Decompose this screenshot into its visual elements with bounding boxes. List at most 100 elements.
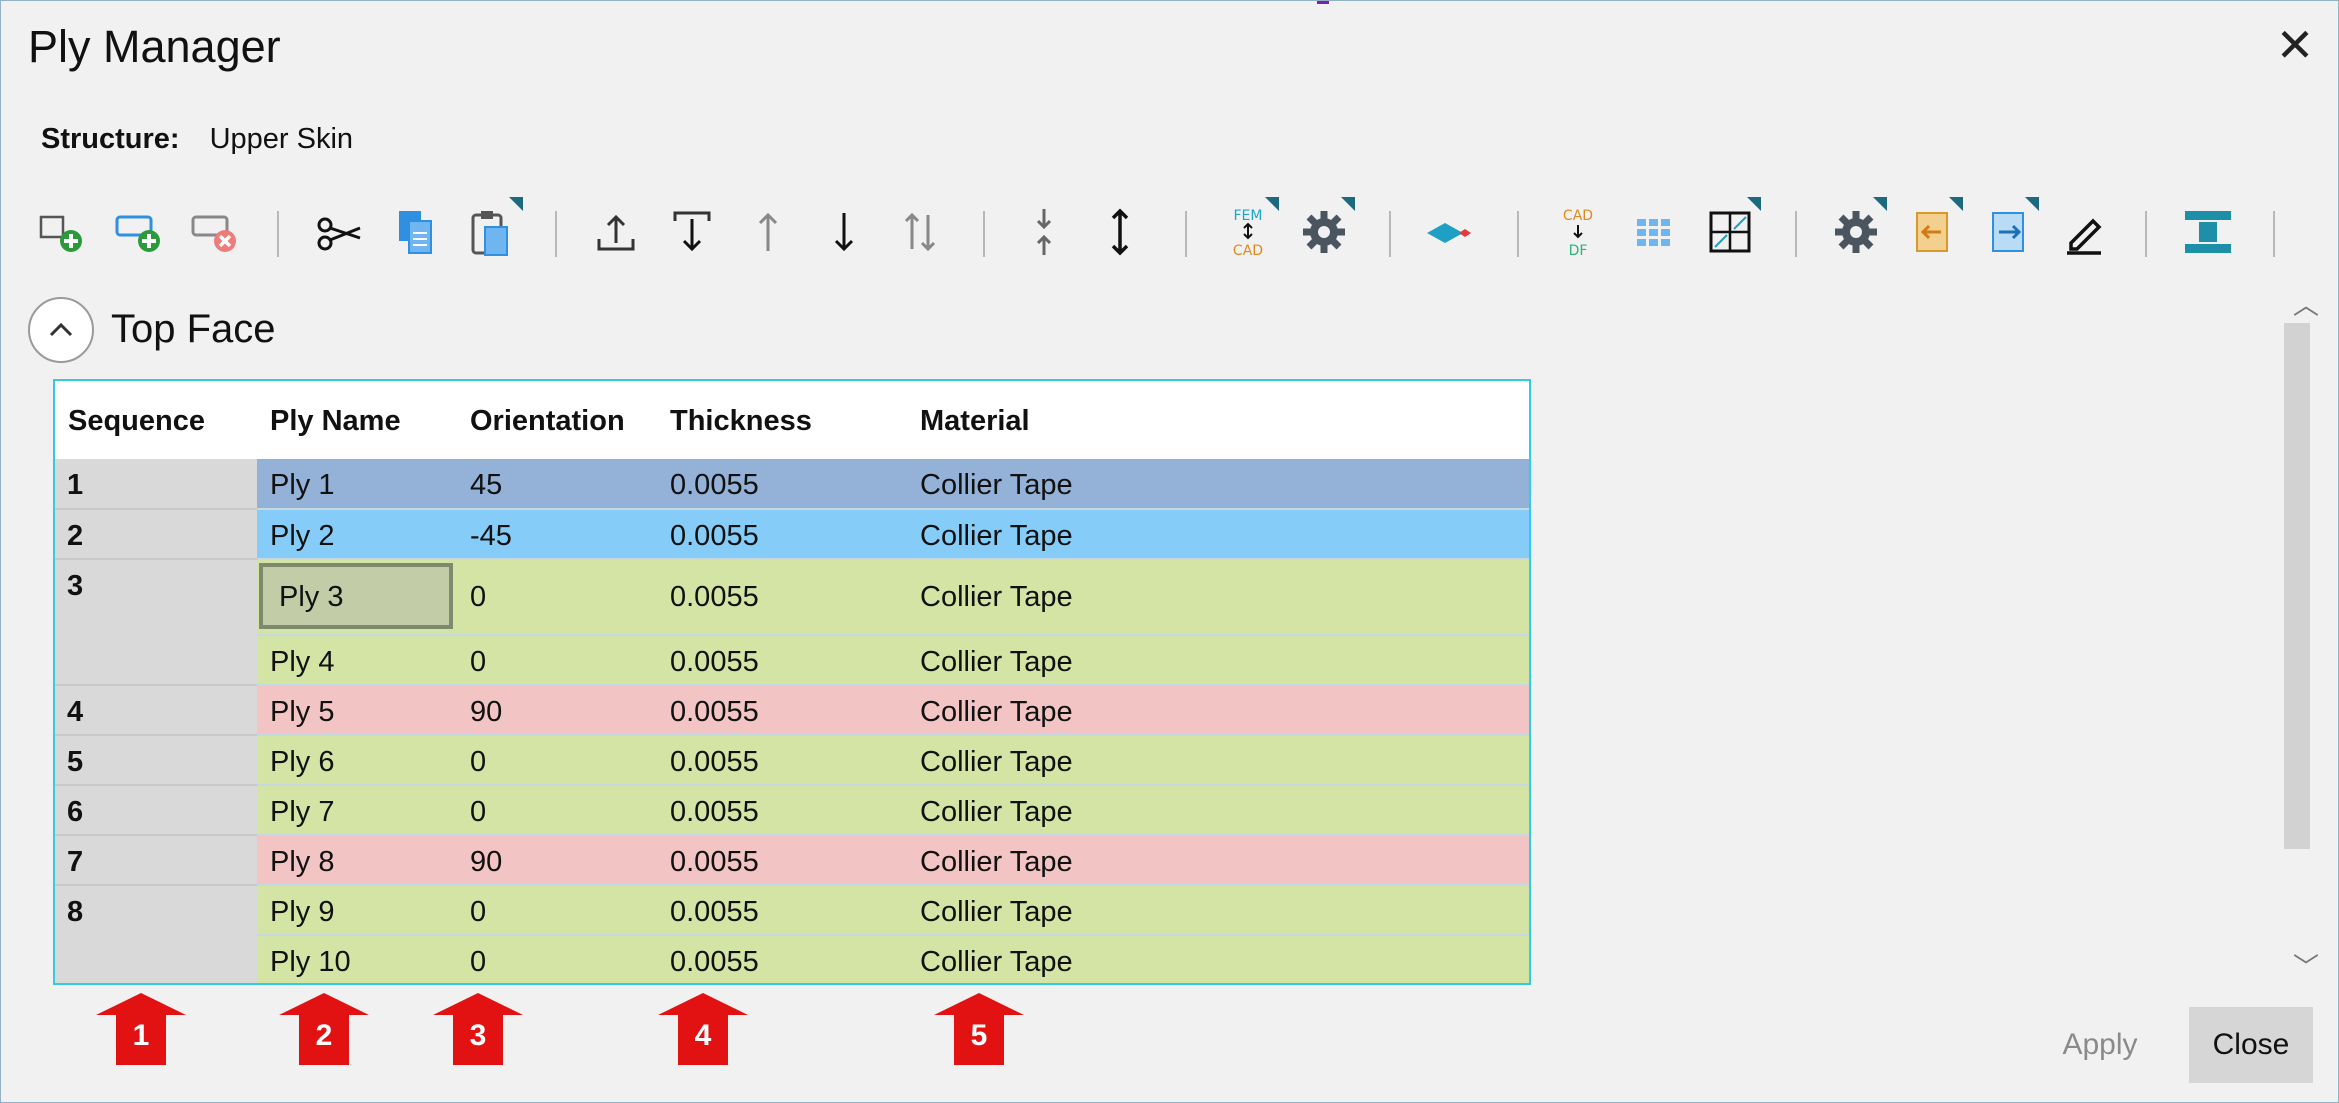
table-row[interactable]: Ply 8 90 0.0055 Collier Tape <box>257 836 1529 886</box>
thickness-cell[interactable]: 0.0055 <box>670 520 759 553</box>
move-to-bottom-icon[interactable] <box>661 197 723 267</box>
cad-df-icon[interactable]: CAD DF <box>1547 197 1609 267</box>
sequence-cell[interactable]: 3 <box>55 560 257 686</box>
thickness-cell[interactable]: 0.0055 <box>670 696 759 729</box>
thickness-cell[interactable]: 0.0055 <box>670 646 759 679</box>
grid-icon[interactable] <box>1623 197 1685 267</box>
material-cell[interactable]: Collier Tape <box>920 581 1073 614</box>
sequence-cell[interactable]: 8 <box>55 886 257 983</box>
table-row[interactable]: Ply 4 0 0.0055 Collier Tape <box>257 636 1529 686</box>
thickness-cell[interactable]: 0.0055 <box>670 796 759 829</box>
orientation-cell[interactable]: -45 <box>470 520 512 553</box>
table-icon[interactable] <box>1699 197 1761 267</box>
sequence-cell[interactable]: 1 <box>55 459 257 510</box>
thickness-cell[interactable]: 0.0055 <box>670 469 759 502</box>
options-icon[interactable] <box>1825 197 1887 267</box>
orientation-cell[interactable]: 0 <box>470 746 486 779</box>
ply-name-cell[interactable]: Ply 9 <box>270 896 334 929</box>
add-ply-icon[interactable] <box>33 197 95 267</box>
sequence-cell[interactable]: 6 <box>55 786 257 836</box>
ply-name-cell[interactable]: Ply 1 <box>270 469 334 502</box>
fem-cad-icon[interactable]: FEM CAD <box>1217 197 1279 267</box>
material-cell[interactable]: Collier Tape <box>920 896 1073 929</box>
ply-name-cell[interactable]: Ply 8 <box>270 846 334 879</box>
material-cell[interactable]: Collier Tape <box>920 646 1073 679</box>
import-icon[interactable] <box>1901 197 1963 267</box>
orientation-cell[interactable]: 0 <box>470 796 486 829</box>
sequence-cell[interactable]: 5 <box>55 736 257 786</box>
scrollbar-thumb[interactable] <box>2284 323 2310 849</box>
toolbar-separator <box>555 211 557 257</box>
orientation-cell[interactable]: 45 <box>470 469 502 502</box>
table-row-selected[interactable]: Ply 3 0 0.0055 Collier Tape <box>257 560 1529 636</box>
column-header-sequence[interactable]: Sequence <box>68 405 205 438</box>
move-up-icon[interactable] <box>737 197 799 267</box>
orientation-cell[interactable]: 0 <box>470 896 486 929</box>
material-cell[interactable]: Collier Tape <box>920 796 1073 829</box>
table-row[interactable]: Ply 10 0 0.0055 Collier Tape <box>257 936 1529 983</box>
ply-name-cell[interactable]: Ply 3 <box>279 581 343 614</box>
thickness-cell[interactable]: 0.0055 <box>670 746 759 779</box>
material-cell[interactable]: Collier Tape <box>920 946 1073 979</box>
column-header-thickness[interactable]: Thickness <box>670 405 812 438</box>
collapse-section-button[interactable] <box>28 297 94 363</box>
svg-text:DF: DF <box>1569 243 1588 259</box>
settings-icon[interactable] <box>1293 197 1355 267</box>
export-icon[interactable] <box>1977 197 2039 267</box>
thickness-cell[interactable]: 0.0055 <box>670 581 759 614</box>
move-down-icon[interactable] <box>813 197 875 267</box>
orientation-cell[interactable]: 0 <box>470 946 486 979</box>
reverse-order-icon[interactable] <box>889 197 951 267</box>
table-row[interactable]: Ply 9 0 0.0055 Collier Tape <box>257 886 1529 936</box>
sequence-cell[interactable]: 7 <box>55 836 257 886</box>
copy-icon[interactable] <box>385 197 447 267</box>
cut-icon[interactable] <box>309 197 371 267</box>
orientation-cell[interactable]: 90 <box>470 846 502 879</box>
table-row[interactable]: Ply 1 45 0.0055 Collier Tape <box>257 459 1529 510</box>
material-cell[interactable]: Collier Tape <box>920 846 1073 879</box>
thickness-cell[interactable]: 0.0055 <box>670 896 759 929</box>
move-to-top-icon[interactable] <box>585 197 647 267</box>
svg-text:FEM: FEM <box>1234 208 1263 224</box>
column-header-ply-name[interactable]: Ply Name <box>270 405 401 438</box>
column-header-material[interactable]: Material <box>920 405 1030 438</box>
chevron-up-icon <box>49 322 73 337</box>
column-header-orientation[interactable]: Orientation <box>470 405 625 438</box>
material-cell[interactable]: Collier Tape <box>920 469 1073 502</box>
paste-icon[interactable] <box>461 197 523 267</box>
collapse-icon[interactable] <box>1013 197 1075 267</box>
ply-name-cell[interactable]: Ply 10 <box>270 946 351 979</box>
ply-name-cell[interactable]: Ply 7 <box>270 796 334 829</box>
table-row[interactable]: Ply 7 0 0.0055 Collier Tape <box>257 786 1529 836</box>
scroll-up-icon[interactable]: ︿ <box>2293 285 2319 322</box>
orientation-cell[interactable]: 0 <box>470 581 486 614</box>
material-cell[interactable]: Collier Tape <box>920 696 1073 729</box>
thickness-cell[interactable]: 0.0055 <box>670 846 759 879</box>
expand-icon[interactable] <box>1089 197 1151 267</box>
symmetry-icon[interactable] <box>2177 197 2239 267</box>
orientation-cell[interactable]: 90 <box>470 696 502 729</box>
add-sequence-icon[interactable] <box>109 197 171 267</box>
svg-text:CAD: CAD <box>1233 243 1263 259</box>
table-row[interactable]: Ply 5 90 0.0055 Collier Tape <box>257 686 1529 736</box>
ply-name-cell[interactable]: Ply 2 <box>270 520 334 553</box>
table-row[interactable]: Ply 6 0 0.0055 Collier Tape <box>257 736 1529 786</box>
ply-name-cell[interactable]: Ply 6 <box>270 746 334 779</box>
material-cell[interactable]: Collier Tape <box>920 746 1073 779</box>
scroll-down-icon[interactable]: ﹀ <box>2293 947 2319 984</box>
ply-name-cell[interactable]: Ply 5 <box>270 696 334 729</box>
close-icon[interactable]: ✕ <box>2275 21 2315 69</box>
layer-icon[interactable] <box>1419 197 1481 267</box>
apply-button[interactable]: Apply <box>2045 1007 2155 1083</box>
close-button[interactable]: Close <box>2189 1007 2313 1083</box>
sequence-cell[interactable]: 4 <box>55 686 257 736</box>
table-row[interactable]: Ply 2 -45 0.0055 Collier Tape <box>257 510 1529 560</box>
delete-ply-icon[interactable] <box>185 197 247 267</box>
ply-name-cell[interactable]: Ply 4 <box>270 646 334 679</box>
material-cell[interactable]: Collier Tape <box>920 520 1073 553</box>
edit-icon[interactable] <box>2053 197 2115 267</box>
thickness-cell[interactable]: 0.0055 <box>670 946 759 979</box>
sequence-cell[interactable]: 2 <box>55 510 257 560</box>
orientation-cell[interactable]: 0 <box>470 646 486 679</box>
window-title: Ply Manager <box>28 21 281 72</box>
